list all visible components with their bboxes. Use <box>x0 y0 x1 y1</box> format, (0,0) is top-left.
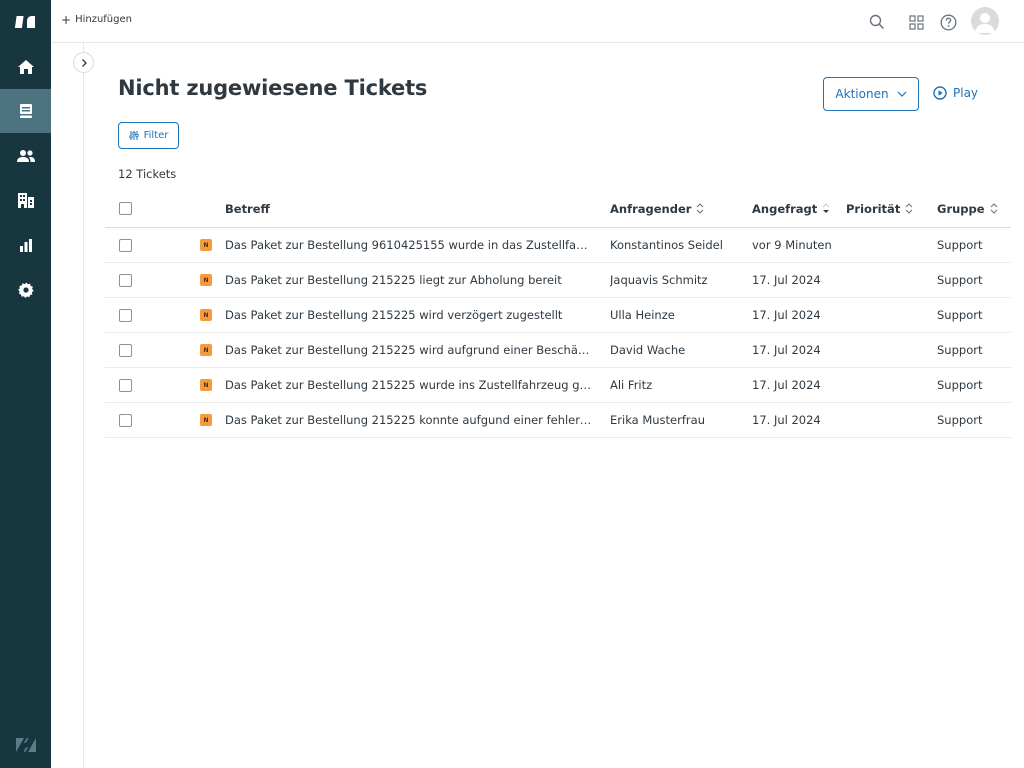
building-icon[interactable] <box>0 178 51 222</box>
table-row[interactable]: N Das Paket zur Bestellung 215225 konnte… <box>105 403 1011 438</box>
ticket-requested: 17. Jul 2024 <box>752 308 821 322</box>
actions-button-label: Aktionen <box>835 87 889 101</box>
status-badge-new: N <box>200 344 212 356</box>
play-button-label: Play <box>953 86 979 100</box>
top-bar: + Hinzufügen <box>51 0 1024 43</box>
ticket-subject[interactable]: Das Paket zur Bestellung 215225 wurde in… <box>225 368 593 402</box>
actions-button[interactable]: Aktionen <box>823 77 919 111</box>
ticket-priority <box>846 403 931 437</box>
zendesk-logo-icon[interactable] <box>0 0 51 44</box>
status-badge-new: N <box>200 274 212 286</box>
ticket-priority <box>846 298 931 332</box>
play-icon <box>933 86 947 100</box>
select-all-checkbox[interactable] <box>119 202 132 215</box>
sliders-icon <box>129 131 139 140</box>
ticket-priority <box>846 263 931 297</box>
column-requester-header[interactable]: Anfragender <box>610 190 745 227</box>
status-badge-new: N <box>200 379 212 391</box>
apps-grid-icon[interactable] <box>905 11 927 33</box>
ticket-requested: 17. Jul 2024 <box>752 273 821 287</box>
table-row[interactable]: N Das Paket zur Bestellung 9610425155 wu… <box>105 228 1011 263</box>
column-group-header[interactable]: Gruppe <box>937 190 1011 227</box>
column-subject-header[interactable]: Betreff <box>225 190 593 227</box>
row-checkbox[interactable] <box>119 343 132 357</box>
table-row[interactable]: N Das Paket zur Bestellung 215225 wird v… <box>105 298 1011 333</box>
row-checkbox[interactable] <box>119 238 132 252</box>
column-requested-header[interactable]: Angefragt <box>752 190 844 227</box>
status-badge-new: N <box>200 309 212 321</box>
filter-button[interactable]: Filter <box>118 122 179 149</box>
add-button[interactable]: + Hinzufügen <box>61 12 132 27</box>
ticket-subject[interactable]: Das Paket zur Bestellung 215225 konnte a… <box>225 403 593 437</box>
chevron-right-icon <box>81 58 87 67</box>
ticket-priority <box>846 333 931 367</box>
ticket-group: Support <box>937 343 983 357</box>
bar-chart-icon[interactable] <box>0 223 51 267</box>
play-button[interactable]: Play <box>933 86 978 100</box>
avatar[interactable] <box>971 7 999 35</box>
ticket-requester: Ali Fritz <box>610 378 653 392</box>
ticket-requested: 17. Jul 2024 <box>752 343 821 357</box>
row-checkbox[interactable] <box>119 378 132 392</box>
sort-icon <box>905 203 913 214</box>
page-title: Nicht zugewiesene Tickets <box>118 76 428 100</box>
ticket-requested: 17. Jul 2024 <box>752 378 821 392</box>
ticket-requested: vor 9 Minuten <box>752 238 832 252</box>
ticket-subject[interactable]: Das Paket zur Bestellung 215225 wird ver… <box>225 298 593 332</box>
table-row[interactable]: N Das Paket zur Bestellung 215225 wird a… <box>105 333 1011 368</box>
row-checkbox[interactable] <box>119 273 132 287</box>
ticket-count: 12 Tickets <box>118 167 177 181</box>
chevron-down-icon <box>897 91 906 97</box>
ticket-priority <box>846 368 931 402</box>
ticket-requested: 17. Jul 2024 <box>752 413 821 427</box>
table-row[interactable]: N Das Paket zur Bestellung 215225 liegt … <box>105 263 1011 298</box>
row-checkbox[interactable] <box>119 413 132 427</box>
sort-descending-icon <box>822 203 830 213</box>
sort-icon <box>697 203 704 214</box>
search-icon[interactable] <box>866 11 888 33</box>
ticket-subject[interactable]: Das Paket zur Bestellung 215225 liegt zu… <box>225 263 593 297</box>
ticket-group: Support <box>937 238 983 252</box>
expand-panel-button[interactable] <box>73 52 94 73</box>
sidebar <box>0 0 51 768</box>
row-checkbox[interactable] <box>119 308 132 322</box>
table-header: Betreff Anfragender Angefragt Priorität … <box>105 190 1011 228</box>
status-badge-new: N <box>200 414 212 426</box>
ticket-priority <box>846 228 931 262</box>
ticket-group: Support <box>937 308 983 322</box>
filter-button-label: Filter <box>143 130 169 141</box>
views-icon[interactable] <box>0 89 51 133</box>
ticket-requester: Jaquavis Schmitz <box>610 273 708 287</box>
ticket-group: Support <box>937 413 983 427</box>
ticket-requester: David Wache <box>610 343 686 357</box>
status-badge-new: N <box>200 239 212 251</box>
ticket-requester: Konstantinos Seidel <box>610 238 723 252</box>
add-button-label: Hinzufügen <box>75 14 132 25</box>
zendesk-z-icon <box>0 723 51 767</box>
home-icon[interactable] <box>0 45 51 89</box>
ticket-subject[interactable]: Das Paket zur Bestellung 9610425155 wurd… <box>225 228 593 262</box>
users-icon[interactable] <box>0 134 51 178</box>
ticket-group: Support <box>937 378 983 392</box>
ticket-requester: Erika Musterfrau <box>610 413 705 427</box>
ticket-requester: Ulla Heinze <box>610 308 675 322</box>
table-row[interactable]: N Das Paket zur Bestellung 215225 wurde … <box>105 368 1011 403</box>
sort-icon <box>990 203 997 214</box>
tickets-table: Betreff Anfragender Angefragt Priorität … <box>105 190 1011 438</box>
column-priority-header[interactable]: Priorität <box>846 190 931 227</box>
help-icon[interactable] <box>937 11 959 33</box>
gear-icon[interactable] <box>0 268 51 312</box>
plus-icon: + <box>61 12 72 27</box>
ticket-group: Support <box>937 273 983 287</box>
ticket-subject[interactable]: Das Paket zur Bestellung 215225 wird auf… <box>225 333 593 367</box>
panel-divider <box>83 43 84 768</box>
